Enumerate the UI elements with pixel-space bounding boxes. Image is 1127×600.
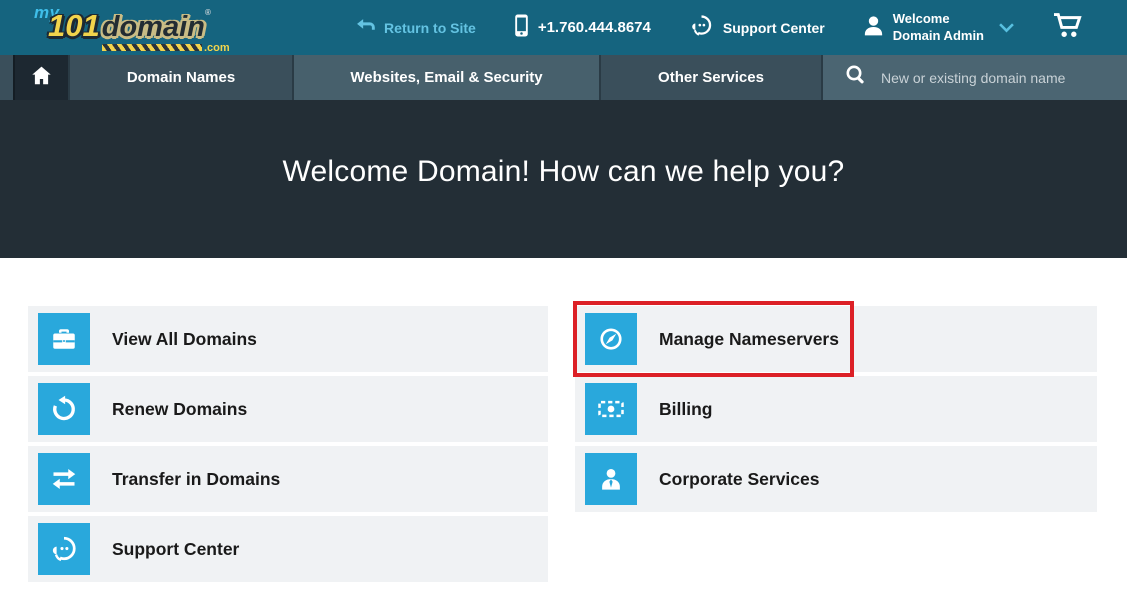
- menu-item-renew-domains[interactable]: Renew Domains: [28, 376, 548, 442]
- chevron-down-icon[interactable]: [999, 23, 1014, 33]
- menu-item-manage-nameservers[interactable]: Manage Nameservers: [575, 306, 1097, 372]
- search-icon: [845, 64, 867, 91]
- cart-button[interactable]: [1052, 12, 1083, 44]
- menu-item-view-all-domains[interactable]: View All Domains: [28, 306, 548, 372]
- username-line: Domain Admin: [893, 28, 984, 43]
- tab-websites-email-security[interactable]: Websites, Email & Security: [292, 55, 599, 100]
- menu-item-billing[interactable]: Billing: [575, 376, 1097, 442]
- menu-item-label: Corporate Services: [659, 469, 820, 490]
- nav-left-spacer: [0, 55, 13, 100]
- phone-contact[interactable]: +1.760.444.8674: [514, 14, 651, 42]
- compass-icon: [585, 313, 637, 365]
- hero-banner: Welcome Domain! How can we help you?: [0, 100, 1127, 258]
- search-input[interactable]: [879, 69, 1123, 87]
- support-center-link[interactable]: Support Center: [689, 13, 825, 43]
- menu-item-label: Support Center: [112, 539, 239, 560]
- person-icon: [585, 453, 637, 505]
- menu-item-label: Billing: [659, 399, 712, 420]
- tab-label: Websites, Email & Security: [350, 69, 542, 86]
- logo-main-text: 101domain®: [48, 8, 211, 44]
- transfer-arrows-icon: [38, 453, 90, 505]
- welcome-line: Welcome: [893, 11, 950, 26]
- menu-column-right: Manage Nameservers Billing Corporate Ser…: [575, 306, 1097, 586]
- headset-icon: [38, 523, 90, 575]
- menu-item-label: Renew Domains: [112, 399, 247, 420]
- page-title: Welcome Domain! How can we help you?: [283, 155, 845, 189]
- user-account-menu[interactable]: Welcome Domain Admin: [863, 11, 1014, 44]
- cart-icon: [1052, 12, 1083, 44]
- renew-icon: [38, 383, 90, 435]
- menu-item-corporate-services[interactable]: Corporate Services: [575, 446, 1097, 512]
- domain-search-box[interactable]: [821, 55, 1127, 100]
- tab-label: Domain Names: [127, 69, 235, 86]
- menu-column-left: View All Domains Renew Domains Transfer …: [28, 306, 548, 586]
- phone-number: +1.760.444.8674: [538, 19, 651, 36]
- menu-item-support-center[interactable]: Support Center: [28, 516, 548, 582]
- logo-hatch-stripes: [102, 44, 202, 51]
- return-to-site-label: Return to Site: [384, 20, 476, 36]
- logo-stripe: .com: [102, 42, 230, 54]
- tab-label: Other Services: [658, 69, 764, 86]
- headset-icon: [689, 13, 714, 43]
- briefcase-icon: [38, 313, 90, 365]
- menu-item-label: View All Domains: [112, 329, 257, 350]
- return-arrow-icon: [356, 18, 375, 38]
- menu-item-label: Transfer in Domains: [112, 469, 280, 490]
- menu-item-transfer-in-domains[interactable]: Transfer in Domains: [28, 446, 548, 512]
- home-icon: [30, 65, 53, 91]
- menu-item-label: Manage Nameservers: [659, 329, 839, 350]
- tab-domain-names[interactable]: Domain Names: [68, 55, 292, 100]
- return-to-site-link[interactable]: Return to Site: [356, 18, 476, 38]
- welcome-user-label: Welcome Domain Admin: [893, 11, 984, 44]
- site-logo[interactable]: my 101domain® .com: [26, 2, 236, 54]
- logo-tld-text: .com: [204, 42, 230, 54]
- mobile-phone-icon: [514, 14, 529, 42]
- home-tab[interactable]: [13, 55, 68, 100]
- main-nav: Domain Names Websites, Email & Security …: [0, 55, 1127, 100]
- top-bar: my 101domain® .com Return to Site +1.760…: [0, 0, 1127, 55]
- tab-other-services[interactable]: Other Services: [599, 55, 821, 100]
- topbar-actions: Return to Site +1.760.444.8674 Support C…: [356, 11, 1127, 44]
- dashboard-menu: View All Domains Renew Domains Transfer …: [0, 258, 1127, 586]
- user-icon: [863, 15, 884, 41]
- banknote-icon: [585, 383, 637, 435]
- support-center-label: Support Center: [723, 20, 825, 36]
